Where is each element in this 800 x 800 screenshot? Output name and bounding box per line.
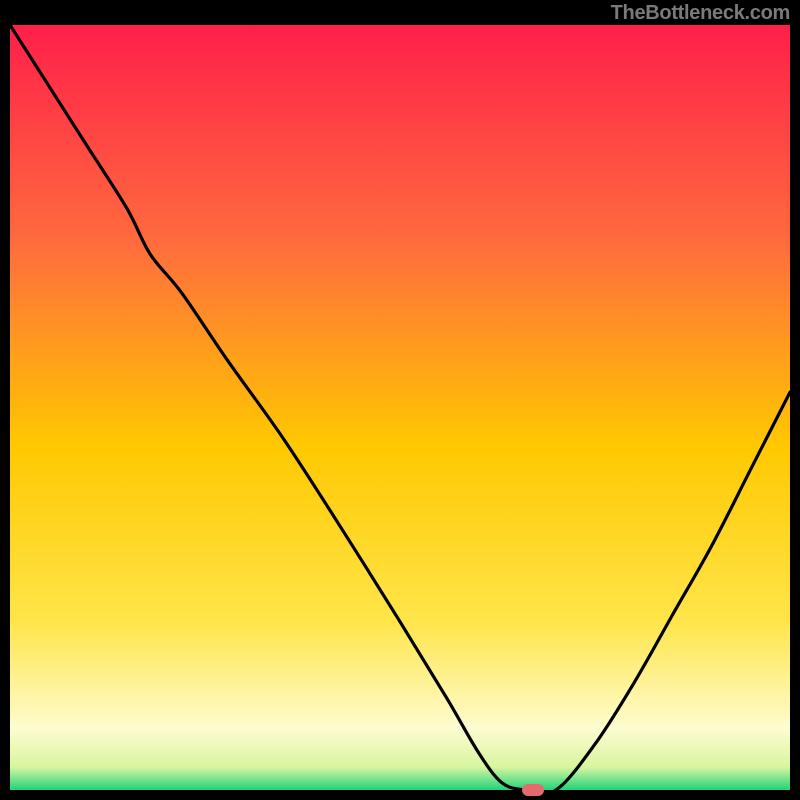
gradient-background	[10, 25, 790, 790]
watermark-text: TheBottleneck.com	[611, 2, 790, 25]
chart-frame: TheBottleneck.com	[0, 0, 800, 800]
plot-area	[10, 25, 790, 790]
optimal-marker	[522, 784, 544, 796]
chart-svg	[10, 25, 790, 790]
